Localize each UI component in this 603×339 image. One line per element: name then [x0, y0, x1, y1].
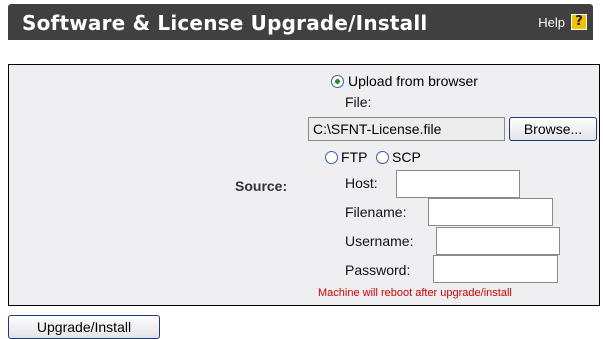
- host-label: Host:: [345, 175, 378, 191]
- page-title: Software & License Upgrade/Install: [22, 11, 428, 35]
- username-label: Username:: [345, 233, 414, 249]
- upload-from-browser-radio[interactable]: [331, 74, 344, 88]
- help-label: Help: [538, 14, 565, 30]
- reboot-warning: Machine will reboot after upgrade/instal…: [318, 287, 512, 299]
- browse-button[interactable]: Browse...: [509, 117, 597, 141]
- password-label: Password:: [345, 262, 411, 278]
- password-input[interactable]: [433, 255, 558, 283]
- scp-label: SCP: [392, 149, 421, 165]
- title-bar: Software & License Upgrade/Install Help …: [8, 4, 593, 40]
- question-mark-icon[interactable]: ?: [571, 14, 587, 30]
- upload-from-browser-label: Upload from browser: [348, 73, 478, 89]
- file-path-input[interactable]: C:\SFNT-License.file: [308, 117, 505, 141]
- username-input[interactable]: [436, 227, 560, 255]
- host-input[interactable]: [396, 170, 520, 198]
- scp-radio[interactable]: [376, 150, 389, 164]
- ftp-radio[interactable]: [325, 150, 338, 164]
- scp-option[interactable]: SCP: [376, 149, 421, 165]
- ftp-label: FTP: [341, 149, 368, 165]
- source-label: Source:: [235, 178, 288, 194]
- filename-input[interactable]: [428, 198, 553, 226]
- ftp-option[interactable]: FTP: [325, 149, 367, 165]
- file-label: File:: [345, 94, 372, 110]
- filename-label: Filename:: [345, 204, 407, 220]
- help-link[interactable]: Help ?: [538, 13, 587, 31]
- upgrade-install-button[interactable]: Upgrade/Install: [8, 315, 160, 339]
- upload-from-browser-option[interactable]: Upload from browser: [331, 73, 478, 89]
